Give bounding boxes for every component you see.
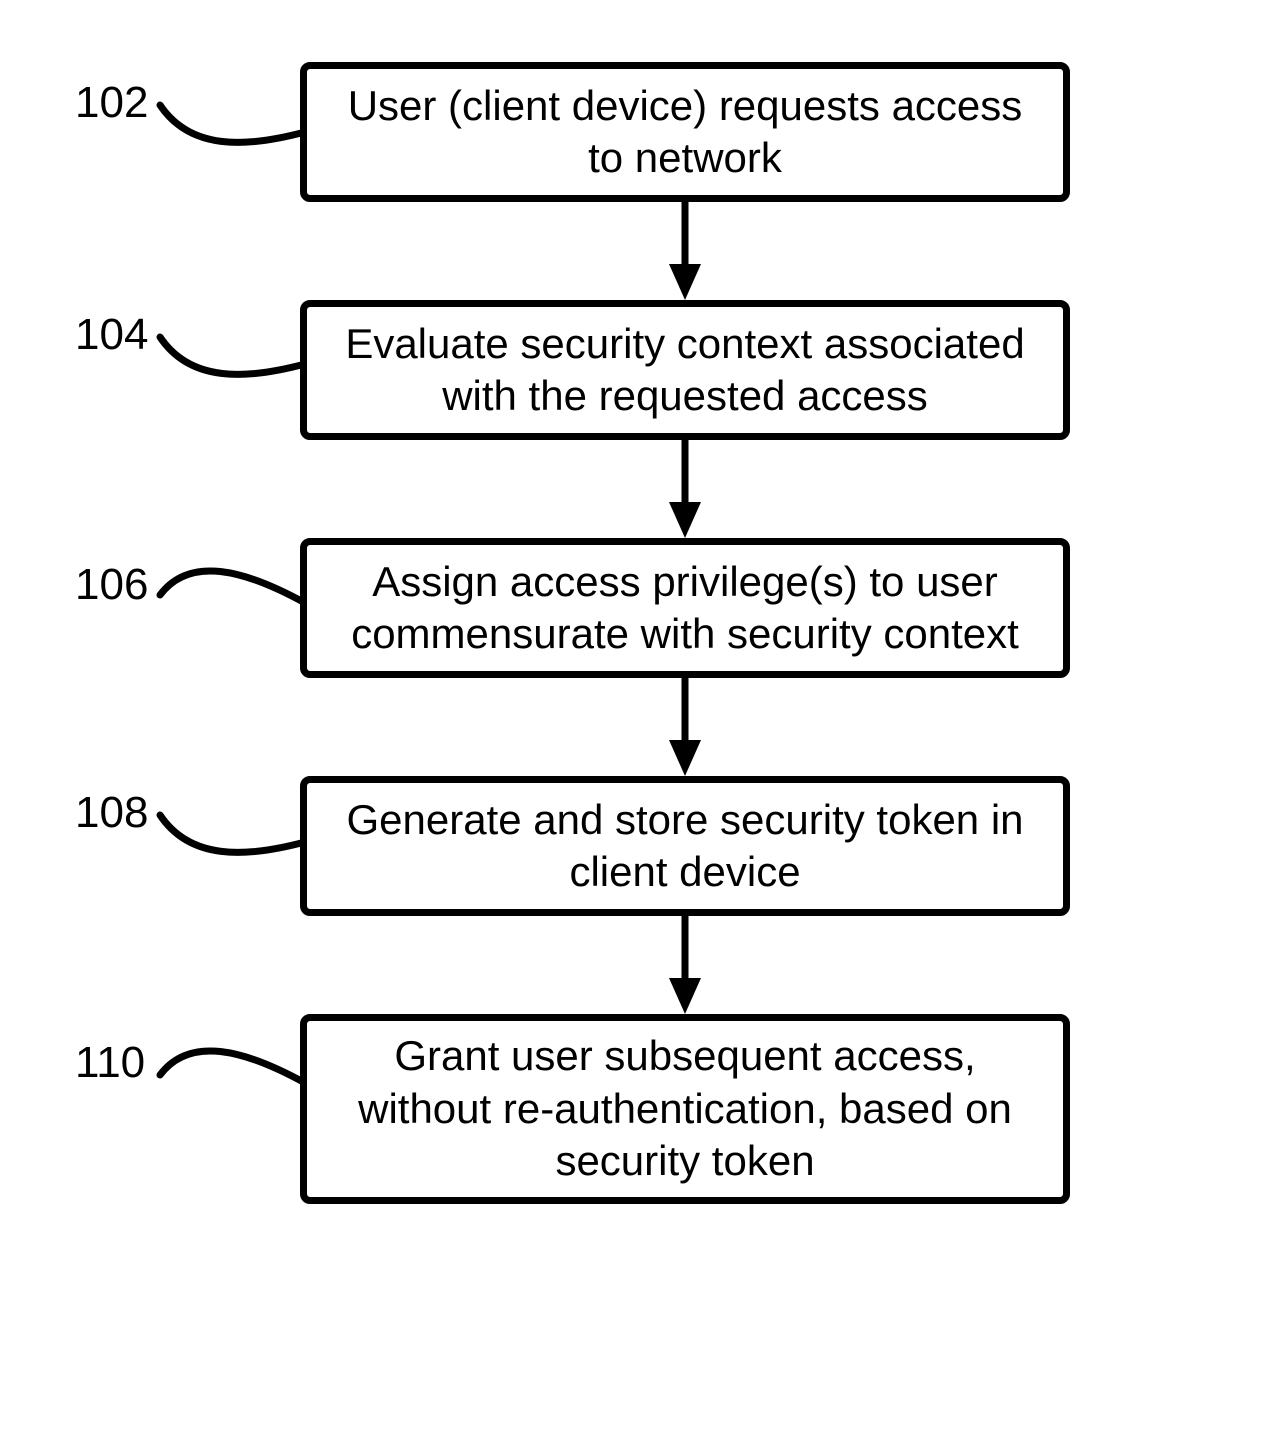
step-label-108: 108 <box>75 788 148 838</box>
arrow-102-104 <box>665 202 705 302</box>
arrow-104-106 <box>665 440 705 540</box>
leader-line-104 <box>150 312 320 402</box>
step-box-110: Grant user subsequent access, without re… <box>300 1014 1070 1204</box>
arrow-106-108 <box>665 678 705 778</box>
step-label-102: 102 <box>75 78 148 128</box>
leader-line-102 <box>150 80 320 170</box>
step-label-104: 104 <box>75 310 148 360</box>
step-text-110: Grant user subsequent access, without re… <box>327 1030 1043 1188</box>
leader-line-110 <box>150 1035 320 1125</box>
leader-line-108 <box>150 790 320 880</box>
step-label-106: 106 <box>75 560 148 610</box>
step-box-108: Generate and store security token in cli… <box>300 776 1070 916</box>
step-label-110: 110 <box>75 1038 145 1088</box>
step-box-106: Assign access privilege(s) to user comme… <box>300 538 1070 678</box>
step-text-102: User (client device) requests access to … <box>327 80 1043 185</box>
leader-line-106 <box>150 555 320 645</box>
arrow-108-110 <box>665 916 705 1016</box>
flowchart: 102 User (client device) requests access… <box>0 0 1284 1446</box>
step-text-106: Assign access privilege(s) to user comme… <box>327 556 1043 661</box>
step-box-102: User (client device) requests access to … <box>300 62 1070 202</box>
step-text-108: Generate and store security token in cli… <box>327 794 1043 899</box>
step-box-104: Evaluate security context associated wit… <box>300 300 1070 440</box>
step-text-104: Evaluate security context associated wit… <box>327 318 1043 423</box>
